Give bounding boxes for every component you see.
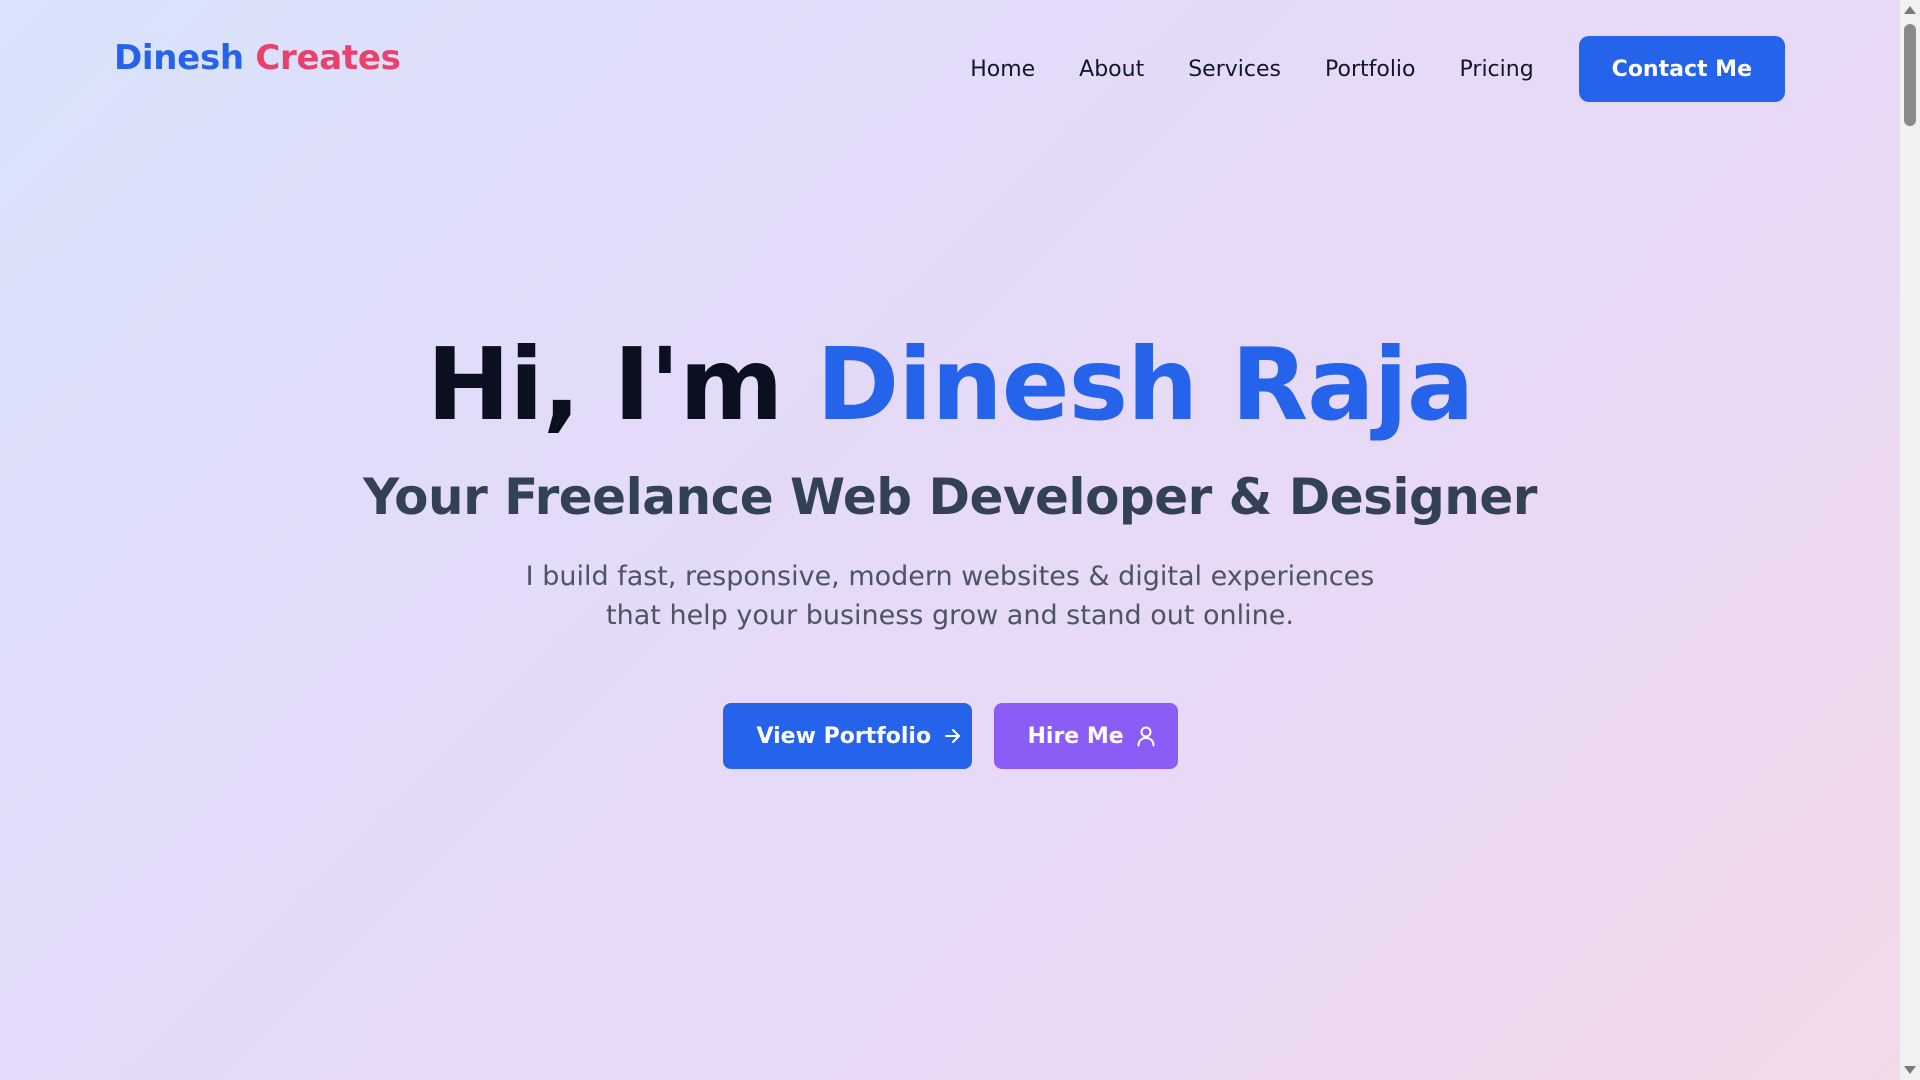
nav-link-portfolio[interactable]: Portfolio <box>1325 57 1416 82</box>
main-nav: Home About Services Portfolio Pricing Co… <box>970 36 1785 102</box>
view-portfolio-label: View Portfolio <box>756 723 932 749</box>
nav-link-home[interactable]: Home <box>970 57 1035 82</box>
hero-subtitle: Your Freelance Web Developer & Designer <box>363 468 1537 526</box>
arrow-right-icon <box>943 726 963 746</box>
page-scrollbar[interactable] <box>1900 0 1920 1080</box>
scrollbar-thumb[interactable] <box>1904 24 1916 126</box>
nav-link-about[interactable]: About <box>1079 57 1144 82</box>
site-logo[interactable]: Dinesh Creates <box>114 38 401 78</box>
hire-me-button[interactable]: Hire Me <box>993 703 1178 769</box>
hero-name: Dinesh Raja <box>816 326 1474 443</box>
logo-second-word: Creates <box>255 38 401 78</box>
view-portfolio-button[interactable]: View Portfolio <box>722 703 972 769</box>
scroll-down-arrow-icon[interactable] <box>1904 1066 1916 1074</box>
hero-greeting: Hi, I'm <box>426 326 784 443</box>
logo-first-word: Dinesh <box>114 38 244 78</box>
landing-page: Dinesh Creates Home About Services Portf… <box>0 0 1900 1080</box>
hero-cta-row: View Portfolio Hire Me <box>0 703 1900 769</box>
hire-me-label: Hire Me <box>1027 723 1124 749</box>
scroll-up-arrow-icon[interactable] <box>1904 6 1916 14</box>
hero-description: I build fast, responsive, modern website… <box>525 561 1375 631</box>
hero-section: Hi, I'm Dinesh Raja Your Freelance Web D… <box>0 325 1900 769</box>
nav-link-services[interactable]: Services <box>1188 57 1281 82</box>
nav-link-pricing[interactable]: Pricing <box>1460 57 1534 82</box>
user-icon <box>1136 725 1156 747</box>
hero-title: Hi, I'm Dinesh Raja <box>0 325 1900 445</box>
contact-me-button[interactable]: Contact Me <box>1578 36 1785 102</box>
